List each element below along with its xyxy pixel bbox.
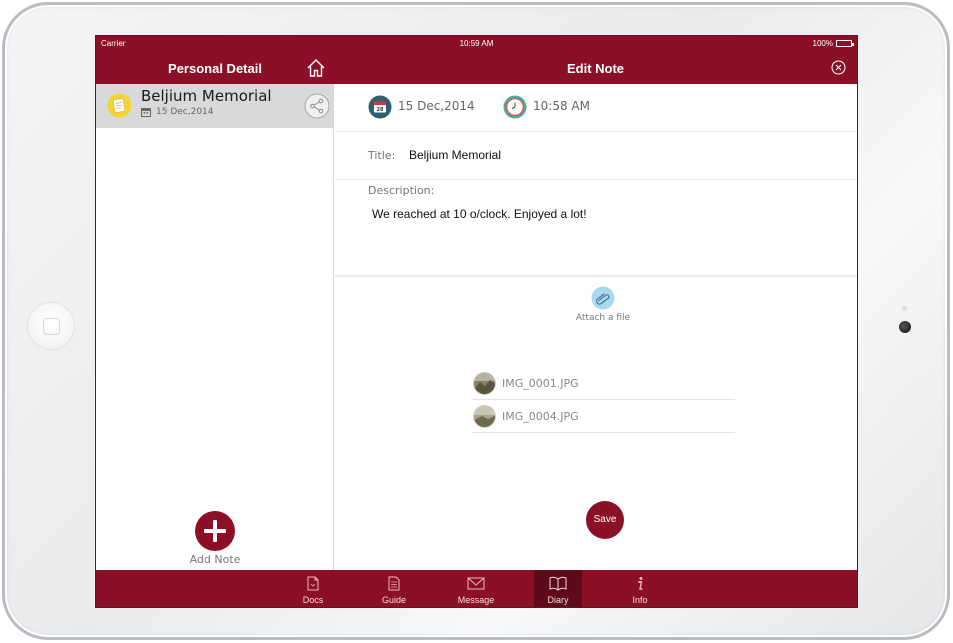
status-battery: 100%	[812, 39, 854, 48]
battery-percent: 100%	[812, 39, 833, 48]
image-thumbnail	[473, 372, 496, 395]
tab-info-label: Info	[632, 595, 648, 605]
status-time: 10:59 AM	[459, 39, 494, 48]
share-icon[interactable]	[304, 93, 330, 119]
add-note-button[interactable]	[195, 511, 235, 551]
date-time-row: 28 15 Dec,2014 10:58 AM	[335, 84, 857, 132]
title-field[interactable]: Beljium Memorial	[409, 148, 501, 162]
device-sensor	[902, 306, 907, 311]
attachment-name: IMG_0001.JPG	[502, 377, 579, 390]
tab-diary-label: Diary	[547, 595, 569, 605]
device-home-button[interactable]	[27, 302, 75, 350]
attachment-item[interactable]: IMG_0004.JPG	[472, 401, 735, 433]
home-icon[interactable]	[306, 58, 326, 78]
tab-message-label: Message	[457, 595, 495, 605]
svg-text:28: 28	[377, 107, 384, 113]
save-button[interactable]: Save	[586, 501, 624, 539]
attachment-item[interactable]: IMG_0001.JPG	[472, 368, 735, 400]
note-icon	[107, 93, 132, 118]
add-note-label: Add Note	[189, 553, 241, 566]
tab-guide-label: Guide	[381, 595, 407, 605]
note-date-row: 15 Dec,2014	[141, 107, 214, 117]
device-camera	[899, 321, 911, 333]
tab-info[interactable]: Info	[616, 570, 664, 607]
clock-icon[interactable]	[503, 95, 527, 119]
image-thumbnail	[473, 405, 496, 428]
info-icon	[638, 577, 643, 590]
description-label: Description:	[368, 184, 435, 197]
list-item[interactable]: Beljium Memorial 15 Dec,2014	[96, 84, 333, 128]
device-home-button-square	[43, 318, 60, 335]
status-bar: Carrier 10:59 AM 100%	[96, 36, 857, 52]
battery-icon	[836, 40, 854, 47]
title-label: Title:	[368, 149, 396, 162]
tab-bar: Docs Guide Message Diary Info	[96, 570, 857, 607]
attachment-name: IMG_0004.JPG	[502, 410, 579, 423]
attach-file-label[interactable]: Attach a file	[535, 313, 671, 323]
notes-list-pane: Beljium Memorial 15 Dec,2014 Add Note	[96, 84, 334, 570]
calendar-icon[interactable]: 28	[368, 95, 392, 119]
note-date: 15 Dec,2014	[156, 107, 214, 117]
tab-message[interactable]: Message	[452, 570, 500, 607]
note-title: Beljium Memorial	[141, 87, 272, 105]
description-block: Description: We reached at 10 o/clock. E…	[335, 180, 857, 277]
tab-docs-label: Docs	[302, 595, 324, 605]
close-icon[interactable]	[831, 60, 846, 75]
tab-diary[interactable]: Diary	[534, 570, 582, 607]
edit-note-pane: 28 15 Dec,2014 10:58 AM Title: Beljium M…	[335, 84, 857, 570]
calendar-small-icon	[141, 108, 151, 117]
paperclip-icon[interactable]	[591, 286, 615, 310]
book-icon	[549, 576, 567, 591]
master-title: Personal Detail	[168, 61, 262, 76]
page-title: Edit Note	[566, 61, 625, 76]
app-screen: Carrier 10:59 AM 100% Personal Detail Ed…	[95, 35, 858, 608]
guide-icon	[388, 576, 400, 591]
title-row: Title: Beljium Memorial	[335, 132, 857, 180]
tab-docs[interactable]: Docs	[289, 570, 337, 607]
envelope-icon	[467, 577, 485, 590]
tab-guide[interactable]: Guide	[370, 570, 418, 607]
navigation-bar: Personal Detail Edit Note	[96, 52, 857, 84]
description-field[interactable]: We reached at 10 o/clock. Enjoyed a lot!	[372, 207, 587, 221]
document-icon	[307, 576, 319, 591]
note-date-value[interactable]: 15 Dec,2014	[398, 99, 475, 113]
note-time-value[interactable]: 10:58 AM	[533, 99, 590, 113]
